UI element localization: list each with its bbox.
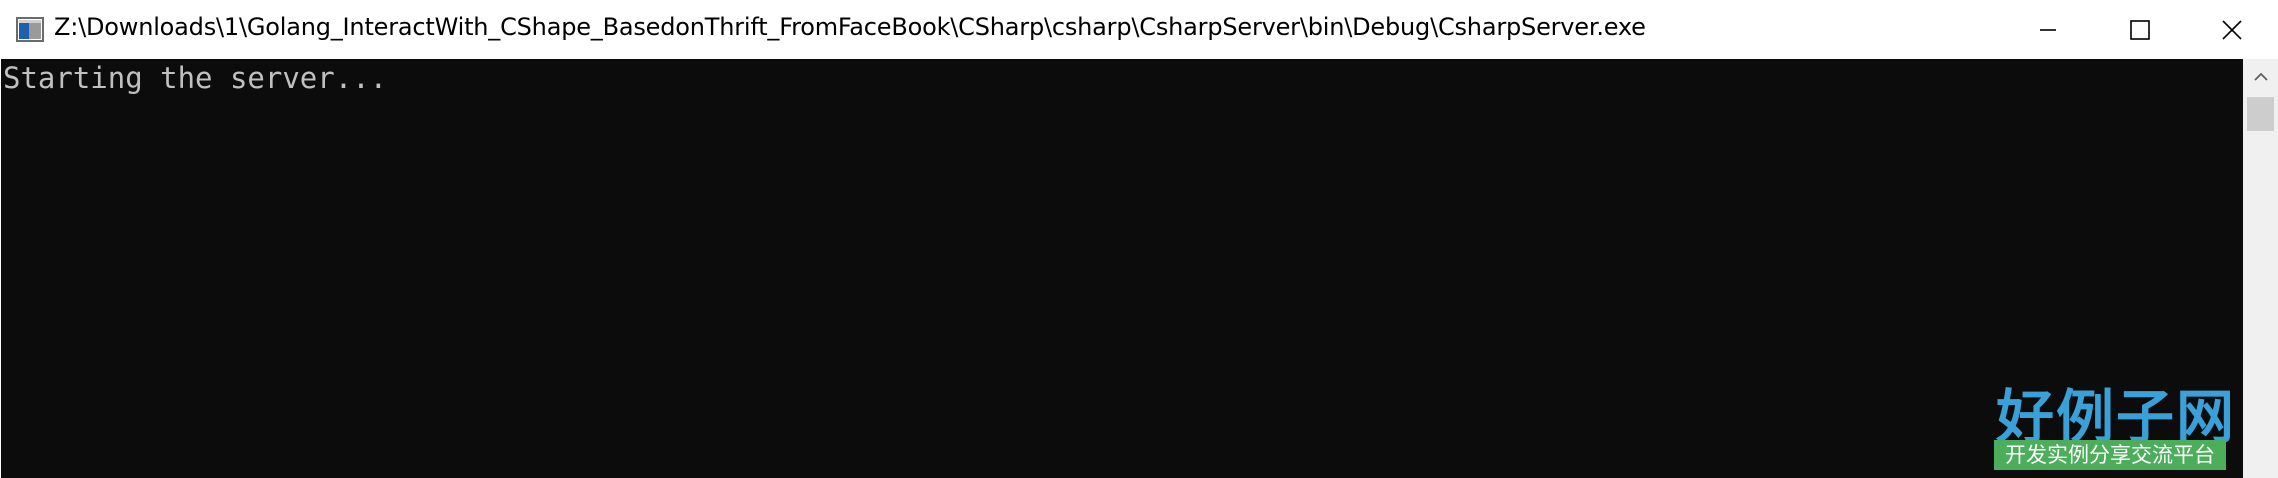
close-icon — [2222, 19, 2242, 40]
console-line: Starting the server... — [3, 61, 388, 95]
scroll-up-button[interactable] — [2243, 59, 2278, 95]
console-app-icon[interactable] — [16, 16, 46, 44]
vertical-scrollbar[interactable] — [2243, 59, 2278, 478]
minimize-button[interactable] — [2002, 0, 2094, 59]
console-output[interactable]: Starting the server... — [1, 59, 2243, 478]
watermark-logo: 好例子网 开发实例分享交流平台 — [1992, 370, 2234, 474]
watermark-subtitle: 开发实例分享交流平台 — [1994, 440, 2226, 470]
minimize-icon — [2040, 28, 2056, 31]
scroll-thumb[interactable] — [2247, 97, 2274, 131]
maximize-button[interactable] — [2094, 0, 2186, 59]
title-bar[interactable]: Z:\Downloads\1\Golang_InteractWith_CShap… — [0, 0, 2278, 59]
scroll-up-arrow-icon — [2253, 72, 2268, 81]
console-window: Z:\Downloads\1\Golang_InteractWith_CShap… — [0, 0, 2278, 478]
close-button[interactable] — [2186, 0, 2278, 59]
window-title: Z:\Downloads\1\Golang_InteractWith_CShap… — [54, 13, 1646, 41]
maximize-icon — [2130, 19, 2150, 40]
